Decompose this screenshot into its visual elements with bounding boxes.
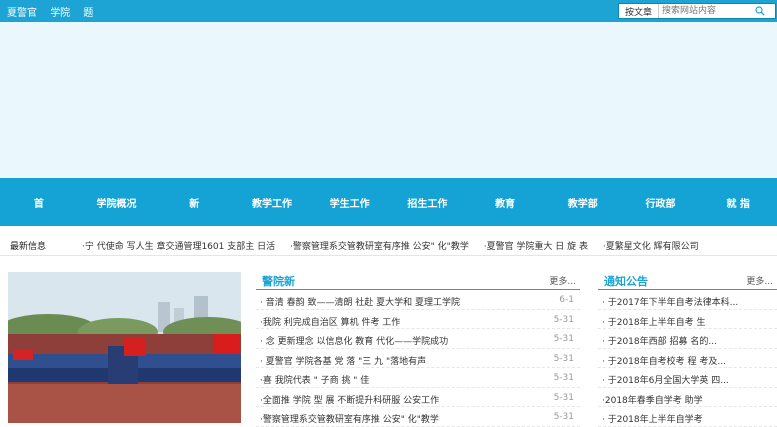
news-date: 5-31 [553,334,574,344]
search-icon [755,6,765,16]
nav-students[interactable]: 学生工作 [311,195,389,210]
notice-row[interactable]: · 于2017年下半年自考法律本科... [598,290,777,310]
news-date: 5-31 [553,373,574,383]
search-input[interactable] [659,5,749,17]
news-row[interactable]: ·全面推 学院 型 展 不断提升科研服 公安工作 5-31 [256,388,580,407]
nav-admin-dept[interactable]: 行政部 [622,195,700,210]
main-nav: 首 学院概况 新 教学工作 学生工作 招生工作 教育 教学部 行政部 就 指 [0,178,777,226]
nav-home[interactable]: 首 [0,195,78,210]
nav-about[interactable]: 学院概况 [78,195,156,210]
news-title[interactable]: ·喜 我院代表 " 子商 挑 " 佳 [260,373,530,386]
college-news-panel: 警院新 更多... · 音清 春韵 致——清朗 社赴 夏大学和 夏理工学院 6-… [256,270,580,427]
news-date: 6-1 [559,295,574,305]
top-links: 夏警官 学院 题 [7,4,103,19]
notice-row[interactable]: · 于2018年西部 招募 名的... [598,329,777,349]
notice-row[interactable]: ·2018年春季自学考 助学 [598,388,777,407]
latest-news-ticker: ·宁 代使命 写人生 章交通管理1601 支部主 日活 ·警察管理系交管教研室有… [82,239,777,252]
notice-item-title[interactable]: · 于2018年西部 招募 名的... [602,334,772,347]
notice-header: 通知公告 更多... [598,270,777,290]
news-row[interactable]: · 夏警官 学院各基 党 落 "三 九 "落地有声 5-31 [256,349,580,368]
nav-employment[interactable]: 就 指 [699,195,777,210]
news-row[interactable]: · 念 更新理念 以信息化 教育 代化——学院成功 5-31 [256,329,580,349]
news-photo[interactable] [8,272,241,423]
top-link-title[interactable]: 题 [83,8,93,19]
parade-photo-image [8,272,241,423]
banner [0,22,777,178]
notice-panel: 通知公告 更多... · 于2017年下半年自考法律本科... · 于2018年… [598,270,777,427]
ticker-item[interactable]: ·警察管理系交管教研室有序推 公安" 化"教学 [290,242,469,252]
top-bar: 夏警官 学院 题 按文章 [0,0,777,22]
nav-teaching[interactable]: 教学工作 [233,195,311,210]
search-button[interactable] [749,4,771,18]
nav-teaching-dept[interactable]: 教学部 [544,195,622,210]
top-link-college[interactable]: 学院 [50,8,70,19]
notice-row[interactable]: · 于2018年自考校考 程 考及... [598,349,777,368]
college-news-title: 警院新 [262,275,295,288]
news-row[interactable]: ·警察管理系交管教研室有序推 公安" 化"教学 5-31 [256,407,580,427]
news-date: 5-31 [553,353,574,364]
news-title[interactable]: · 念 更新理念 以信息化 教育 代化——学院成功 [260,334,530,347]
notice-row[interactable]: · 于2018年6月全国大学英 四... [598,368,777,388]
nav-news[interactable]: 新 [155,195,233,210]
nav-admissions[interactable]: 招生工作 [389,195,467,210]
search-box: 按文章 [618,3,776,19]
notice-title: 通知公告 [604,275,648,288]
ticker-item[interactable]: ·夏警官 学院重大 日 旋 表 [484,242,588,252]
notice-row[interactable]: · 于2018年上半年自学考 [598,407,777,427]
news-date: 5-31 [553,314,574,325]
news-date: 5-31 [553,392,574,403]
news-date: 5-31 [553,412,574,422]
news-title[interactable]: ·全面推 学院 型 展 不断提升科研服 公安工作 [260,393,530,406]
notice-item-title[interactable]: · 于2018年上半年自考 生 [602,315,772,328]
search-type-select[interactable]: 按文章 [619,4,659,18]
notice-item-title[interactable]: · 于2018年自考校考 程 考及... [602,354,772,367]
news-row[interactable]: ·我院 利完成自治区 算机 件考 工作 5-31 [256,310,580,329]
news-row[interactable]: ·喜 我院代表 " 子商 挑 " 佳 5-31 [256,368,580,388]
college-news-more-link[interactable]: 更多... [549,274,576,287]
latest-news-label: 最新信息 [10,242,47,252]
notice-item-title[interactable]: · 于2017年下半年自考法律本科... [602,295,772,308]
news-row[interactable]: · 音清 春韵 致——清朗 社赴 夏大学和 夏理工学院 6-1 [256,290,580,310]
news-title[interactable]: ·警察管理系交管教研室有序推 公安" 化"教学 [260,412,530,425]
notice-item-title[interactable]: · 于2018年6月全国大学英 四... [602,373,772,386]
notice-item-title[interactable]: ·2018年春季自学考 助学 [602,393,772,406]
top-link-home[interactable]: 夏警官 [7,8,37,19]
nav-education[interactable]: 教育 [466,195,544,210]
news-title[interactable]: · 音清 春韵 致——清朗 社赴 夏大学和 夏理工学院 [260,295,530,308]
ticker-item[interactable]: ·宁 代使命 写人生 章交通管理1601 支部主 日活 [82,242,275,252]
notice-row[interactable]: · 于2018年上半年自考 生 [598,310,777,329]
college-news-header: 警院新 更多... [256,270,580,290]
notice-item-title[interactable]: · 于2018年上半年自学考 [602,412,772,425]
ticker-item[interactable]: ·夏繁星文化 辉有限公司 [603,242,699,252]
news-title[interactable]: · 夏警官 学院各基 党 落 "三 九 "落地有声 [260,354,530,367]
notice-more-link[interactable]: 更多... [746,274,773,287]
latest-news-bar: 最新信息 ·宁 代使命 写人生 章交通管理1601 支部主 日活 ·警察管理系交… [0,234,777,256]
news-title[interactable]: ·我院 利完成自治区 算机 件考 工作 [260,315,530,328]
